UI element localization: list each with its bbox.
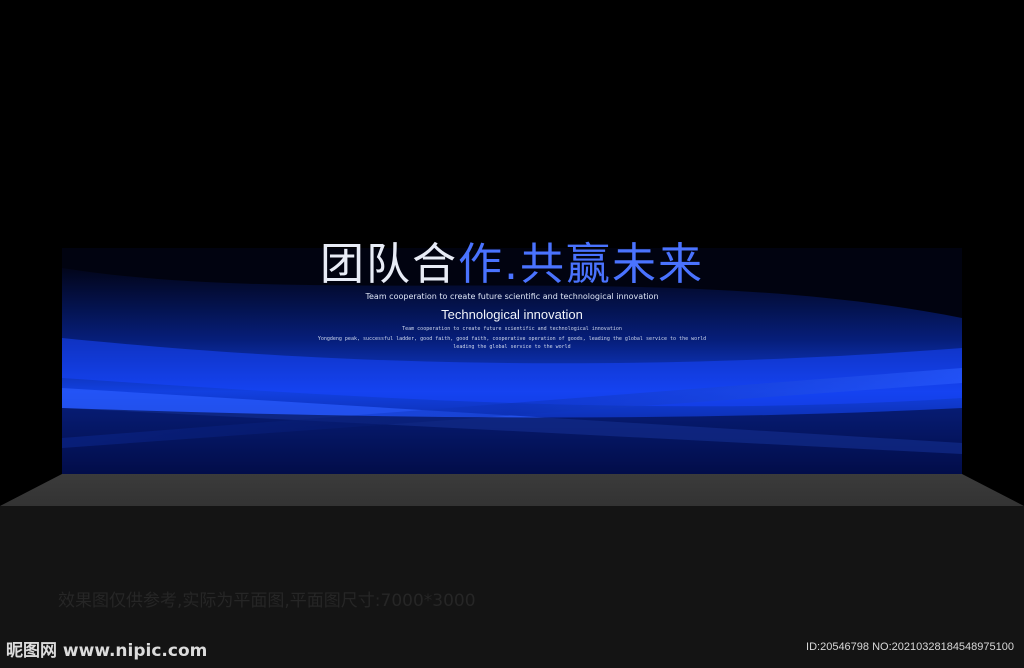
title-prefix: 团队合 (320, 239, 458, 290)
page-title: 团队合作.共赢未来 (0, 238, 1024, 292)
body-line-2: Yongdeng peak, successful ladder, good f… (317, 336, 707, 342)
stage-floor (0, 474, 1024, 506)
heading: Technological innovation (441, 307, 583, 322)
disclaimer-text: 效果图仅供参考,实际为平面图,平面图尺寸:7000*3000 (58, 591, 476, 611)
title-accent: 作.共赢未来 (458, 239, 704, 290)
stage-scene: 团队合作.共赢未来 Team cooperation to create fut… (0, 0, 1024, 668)
body-line-1: Team cooperation to create future scient… (402, 326, 622, 332)
watermark-logo: 昵图网 www.nipic.com (6, 641, 208, 661)
subtitle: Team cooperation to create future scient… (365, 292, 659, 301)
image-id-text: ID:20546798 NO:20210328184548975100 (806, 641, 1014, 653)
body-line-3: leading the global service to the world (453, 344, 571, 350)
